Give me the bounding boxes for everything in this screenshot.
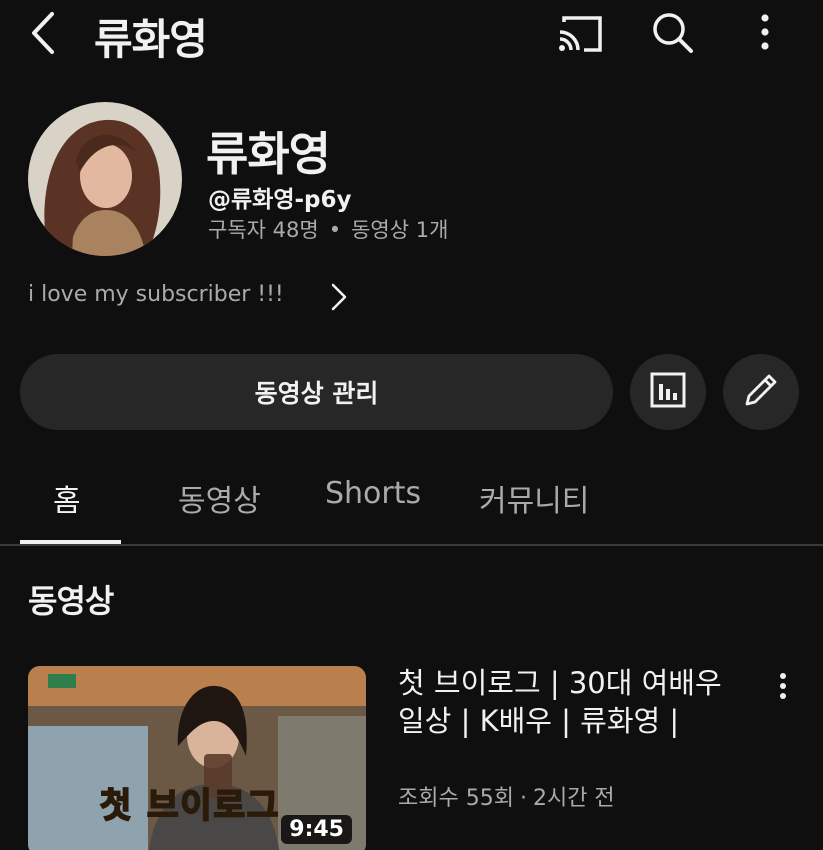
tab-home[interactable]: 홈 (53, 476, 81, 520)
channel-handle: @류화영-p6y (208, 187, 352, 213)
meta-separator: · (519, 786, 527, 811)
description-text: i love my subscriber !!! (28, 282, 284, 307)
stats-separator: • (328, 218, 342, 242)
chevron-right-icon (328, 280, 350, 314)
thumbnail-overlay-text: 첫 브이로그 (99, 785, 281, 827)
section-title: 동영상 (28, 582, 114, 620)
view-count: 조회수 55회 (398, 786, 514, 811)
video-thumbnail[interactable]: 첫 브이로그 9:45 (28, 666, 366, 850)
video-more-icon[interactable] (768, 668, 798, 708)
active-tab-indicator (20, 540, 121, 544)
top-app-bar: 류화영 (0, 0, 823, 70)
subscriber-count: 구독자 48명 (208, 218, 319, 242)
analytics-icon (649, 371, 687, 413)
back-arrow-icon[interactable] (22, 6, 66, 60)
channel-description[interactable]: i love my subscriber !!! (28, 282, 347, 312)
cast-icon[interactable] (556, 8, 606, 58)
channel-name: 류화영 (206, 127, 331, 181)
upload-time: 2시간 전 (532, 786, 615, 811)
channel-stats: 구독자 48명 • 동영상 1개 (208, 214, 448, 244)
video-duration: 9:45 (281, 815, 352, 844)
tab-shorts[interactable]: Shorts (325, 476, 421, 511)
video-title[interactable]: 첫 브이로그 | 30대 여배우 일상 | K배우 | 류화영 | (398, 664, 738, 740)
more-vert-icon[interactable] (742, 8, 792, 58)
channel-tabs: 홈 동영상 Shorts 커뮤니티 (0, 466, 823, 546)
tab-community[interactable]: 커뮤니티 (479, 476, 589, 520)
channel-avatar[interactable] (28, 102, 182, 256)
page-title: 류화영 (94, 15, 208, 64)
manage-videos-button[interactable]: 동영상 관리 (20, 354, 613, 430)
tab-videos[interactable]: 동영상 (178, 476, 261, 520)
analytics-button[interactable] (630, 354, 706, 430)
search-icon[interactable] (648, 8, 698, 58)
video-meta: 조회수 55회 · 2시간 전 (398, 780, 615, 812)
edit-channel-button[interactable] (723, 354, 799, 430)
video-count: 동영상 1개 (351, 218, 449, 242)
edit-pencil-icon (741, 370, 781, 414)
